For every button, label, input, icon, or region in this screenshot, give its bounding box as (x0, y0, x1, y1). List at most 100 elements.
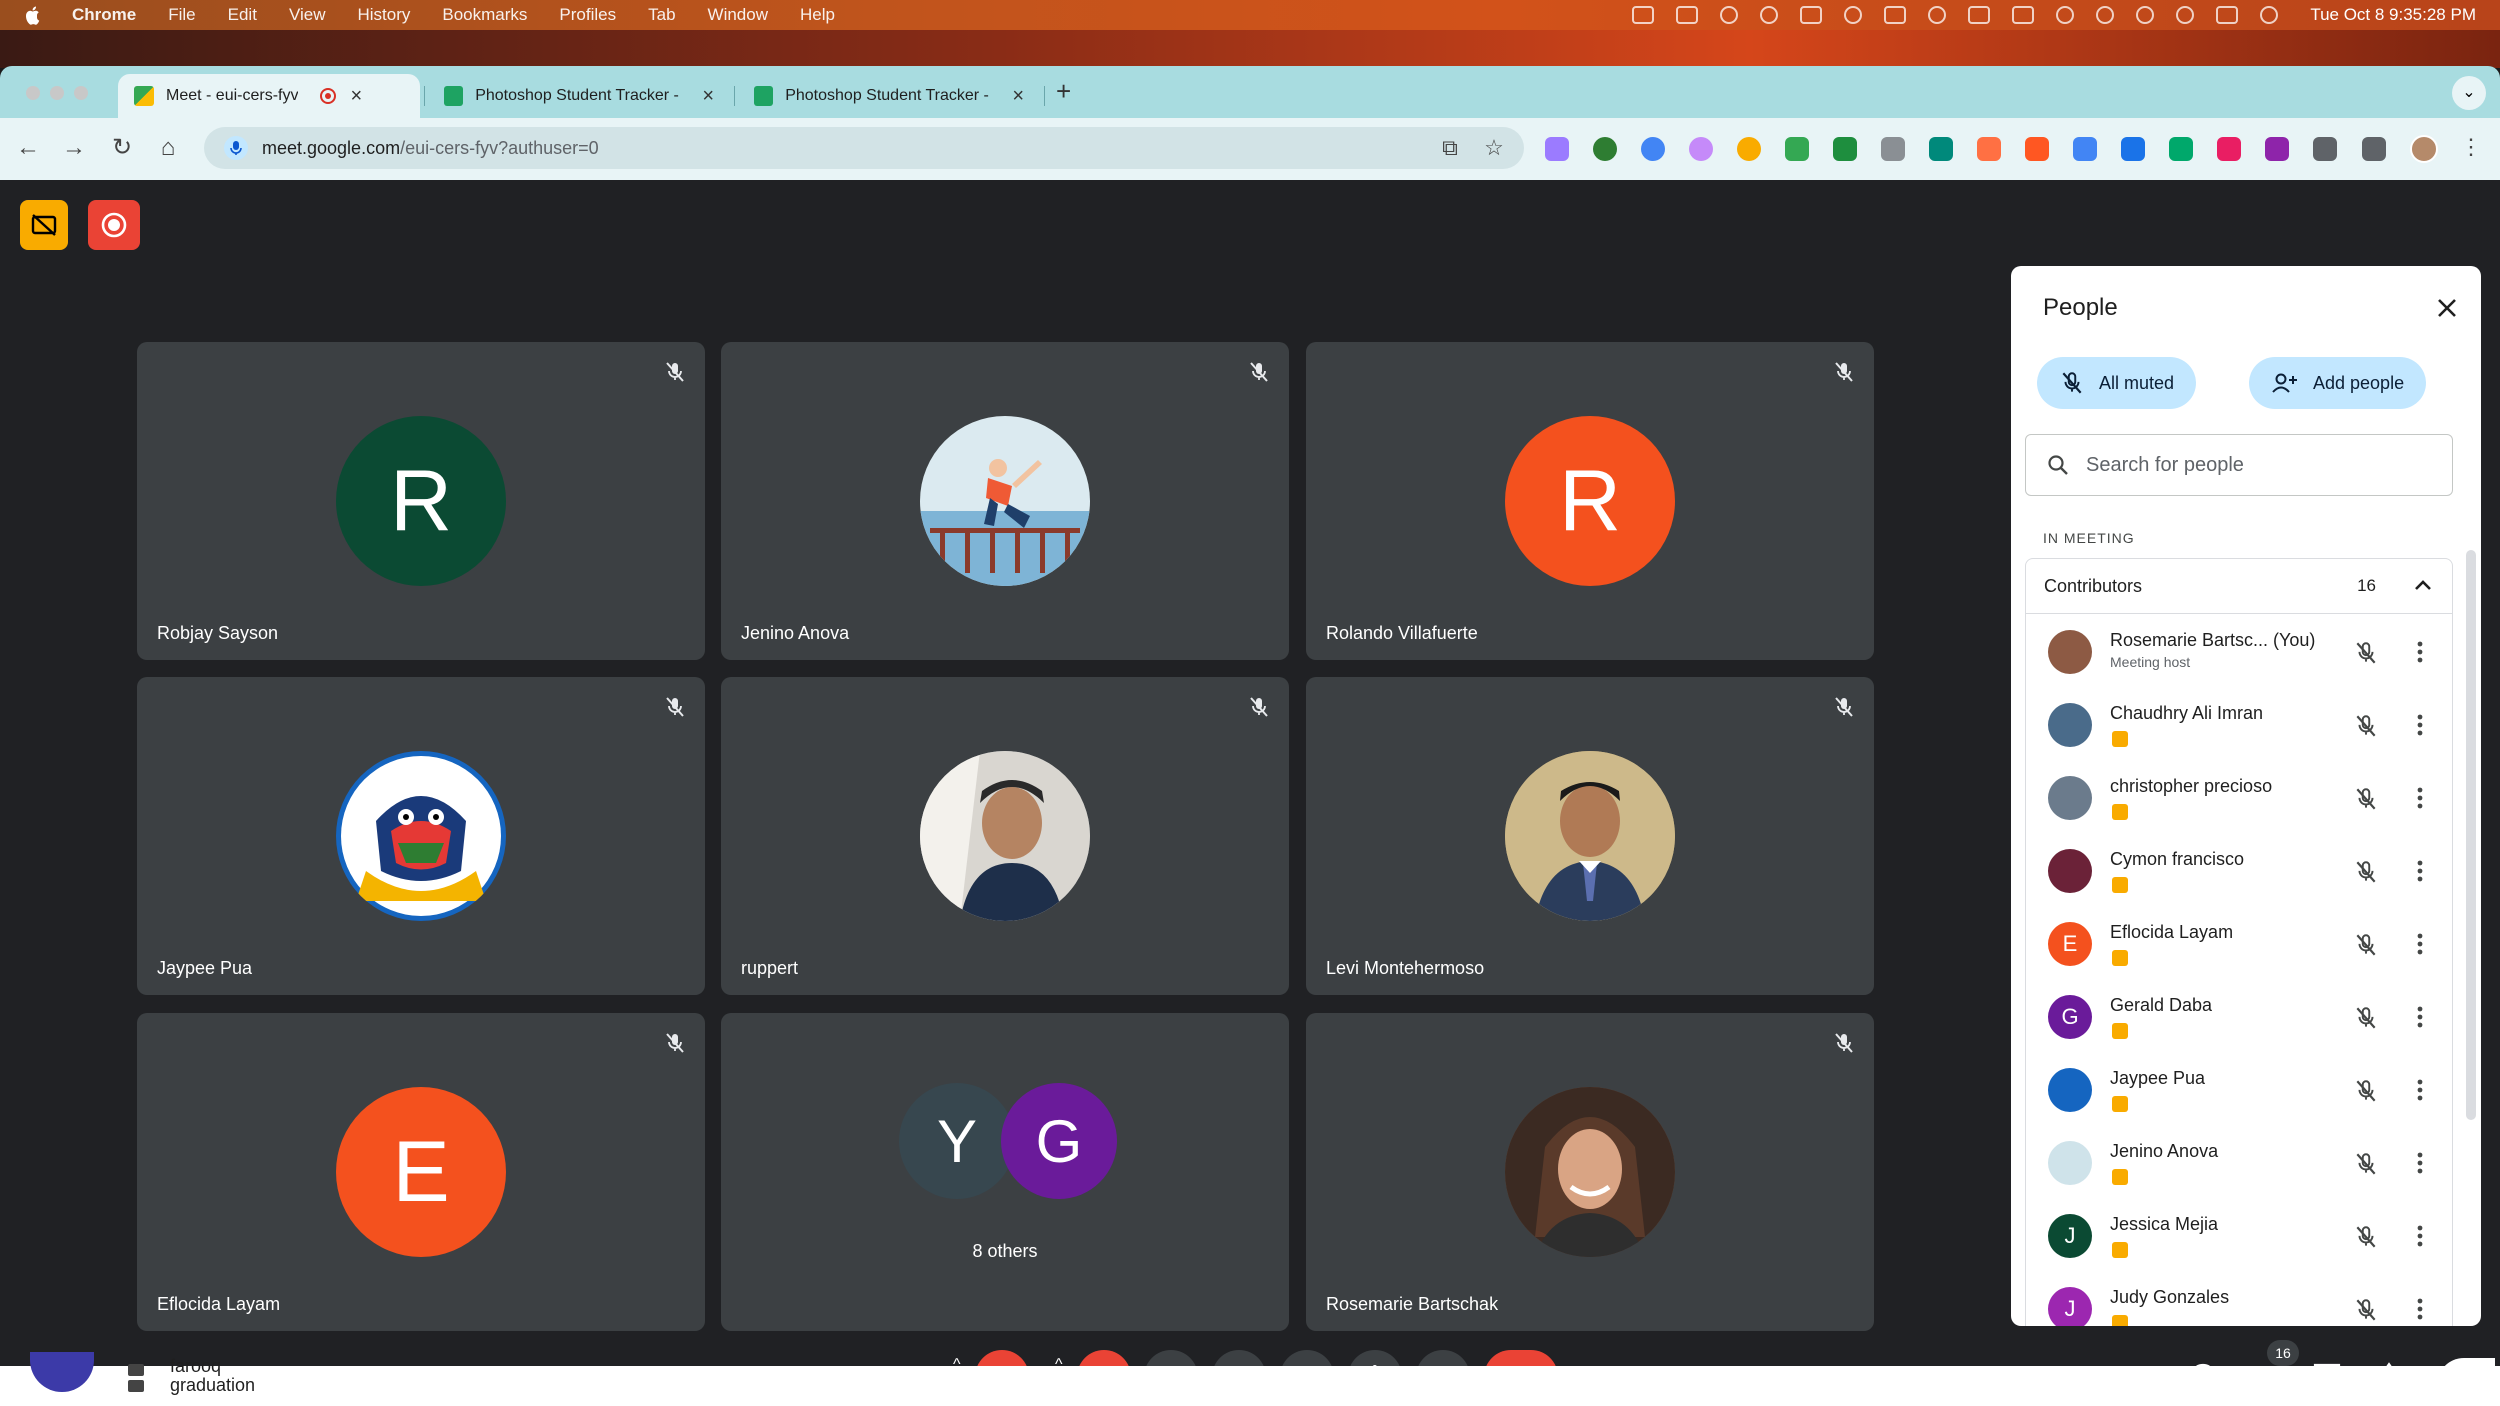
wifi-status-icon[interactable] (2136, 6, 2155, 24)
background-label[interactable]: graduation (170, 1375, 255, 1396)
close-icon[interactable] (2431, 292, 2463, 324)
participant-row[interactable]: Rosemarie Bartsc... (You) Meeting host (2026, 620, 2454, 693)
tab-sheets-1[interactable]: Photoshop Student Tracker - × (428, 74, 730, 118)
menu-help[interactable]: Help (800, 5, 835, 25)
host-controls-button[interactable] (20, 200, 68, 250)
bluetooth-status-icon[interactable] (1844, 6, 1863, 24)
mic-off-icon[interactable] (2353, 1224, 2379, 1250)
participant-more-options-icon[interactable] (2416, 1003, 2424, 1031)
mic-off-icon[interactable] (2353, 1297, 2379, 1323)
extension-notifications-icon[interactable] (2217, 137, 2241, 161)
extension-u-icon[interactable] (2025, 137, 2049, 161)
captions-button[interactable]: CC (1144, 1350, 1198, 1366)
present-now-button[interactable] (1280, 1350, 1334, 1366)
tab-close-icon[interactable]: × (350, 85, 362, 108)
participant-more-options-icon[interactable] (2416, 1222, 2424, 1250)
spotlight-search-icon[interactable] (2176, 6, 2195, 24)
others-tile[interactable]: Y G 8 others (721, 1013, 1289, 1331)
mic-off-icon[interactable] (2353, 786, 2379, 812)
mic-off-icon[interactable] (2353, 1078, 2379, 1104)
profile-avatar[interactable] (2410, 135, 2438, 163)
participant-row[interactable]: Jaypee Pua (2026, 1058, 2454, 1131)
time-machine-status-icon[interactable] (1928, 6, 1947, 24)
sync-status-icon[interactable] (1720, 6, 1739, 24)
apple-logo-icon[interactable] (24, 5, 42, 25)
participant-more-options-icon[interactable] (2416, 930, 2424, 958)
video-tile[interactable]: Levi Montehermoso (1306, 677, 1874, 995)
gemini-button[interactable] (2437, 1358, 2495, 1366)
window-zoom-button[interactable] (74, 86, 88, 100)
home-icon[interactable]: ⌂ (152, 132, 184, 164)
extension-gemini-icon[interactable] (1545, 137, 1569, 161)
extension-grid-icon[interactable] (2169, 137, 2193, 161)
bookmark-star-icon[interactable]: ☆ (1482, 136, 1506, 160)
menu-bookmarks[interactable]: Bookmarks (442, 5, 527, 25)
participant-more-options-icon[interactable] (2416, 857, 2424, 885)
reactions-button[interactable] (1212, 1350, 1266, 1366)
extension-video-icon[interactable] (1929, 137, 1953, 161)
video-tile[interactable]: Jaypee Pua (137, 677, 705, 995)
toggle-camera-button[interactable] (1077, 1350, 1131, 1366)
mic-in-use-icon[interactable] (224, 136, 248, 160)
extension-honey-icon[interactable] (1737, 137, 1761, 161)
raise-hand-button[interactable] (1348, 1350, 1402, 1366)
wd-drive-status-icon[interactable] (1676, 6, 1699, 24)
extension-pen-icon[interactable] (1977, 137, 2001, 161)
video-tile[interactable]: ruppert (721, 677, 1289, 995)
participant-more-options-icon[interactable] (2416, 711, 2424, 739)
participant-more-options-icon[interactable] (2416, 1149, 2424, 1177)
participant-more-options-icon[interactable] (2416, 1076, 2424, 1104)
toggle-microphone-button[interactable] (975, 1350, 1029, 1366)
participant-row[interactable]: G Gerald Daba (2026, 985, 2454, 1058)
mic-off-icon[interactable] (2353, 859, 2379, 885)
downloads-icon[interactable] (2362, 137, 2386, 161)
back-arrow-icon[interactable]: ← (12, 132, 44, 164)
contributors-group-header[interactable]: Contributors 16 (2025, 558, 2453, 614)
address-bar[interactable]: meet.google.com/eui-cers-fyv?authuser=0 … (204, 127, 1524, 169)
menubar-clock[interactable]: Tue Oct 8 9:35:28 PM (2310, 5, 2476, 25)
participant-more-options-icon[interactable] (2416, 1295, 2424, 1323)
participant-row[interactable]: E Eflocida Layam (2026, 912, 2454, 985)
extension-hq-icon[interactable] (1881, 137, 1905, 161)
extension-grammarly-icon[interactable] (1593, 137, 1617, 161)
tab-meet[interactable]: Meet - eui-cers-fyv × (118, 74, 420, 118)
forward-arrow-icon[interactable]: → (58, 132, 90, 164)
participant-row[interactable]: J Judy Gonzales (2026, 1277, 2454, 1326)
add-people-button[interactable]: Add people (2249, 357, 2427, 409)
people-search-input[interactable]: Search for people (2025, 434, 2453, 496)
participant-row[interactable]: Jenino Anova (2026, 1131, 2454, 1204)
video-tile[interactable]: E Eflocida Layam (137, 1013, 705, 1331)
video-tile[interactable]: R Robjay Sayson (137, 342, 705, 660)
participant-row[interactable]: Cymon francisco (2026, 839, 2454, 912)
tab-search-chevron-icon[interactable]: ⌄ (2452, 76, 2486, 110)
chrome-menu-kebab-icon[interactable]: ⋮ (2460, 134, 2482, 160)
menu-history[interactable]: History (357, 5, 410, 25)
mic-off-icon[interactable] (2353, 1005, 2379, 1031)
participant-row[interactable]: christopher precioso (2026, 766, 2454, 839)
video-tile[interactable]: Rosemarie Bartschak (1306, 1013, 1874, 1331)
extension-sheets-icon[interactable] (1785, 137, 1809, 161)
menu-app-chrome[interactable]: Chrome (72, 5, 136, 25)
extension-docs-icon[interactable] (2073, 137, 2097, 161)
extension-spiral-icon[interactable] (1689, 137, 1713, 161)
reload-icon[interactable]: ↻ (106, 132, 138, 164)
video-tile[interactable]: Jenino Anova (721, 342, 1289, 660)
battery-status-icon[interactable] (1800, 6, 1823, 24)
record-status-icon[interactable] (2096, 6, 2115, 24)
menu-file[interactable]: File (168, 5, 195, 25)
participant-row[interactable]: J Jessica Mejia (2026, 1204, 2454, 1277)
participant-more-options-icon[interactable] (2416, 638, 2424, 666)
menu-edit[interactable]: Edit (228, 5, 257, 25)
recording-button[interactable] (88, 200, 140, 250)
menu-profiles[interactable]: Profiles (559, 5, 616, 25)
all-muted-button[interactable]: All muted (2037, 357, 2197, 409)
extensions-puzzle-icon[interactable] (2313, 137, 2337, 161)
mic-off-icon[interactable] (2353, 1151, 2379, 1177)
control-center-icon[interactable] (2216, 6, 2239, 24)
tab-close-icon[interactable]: × (702, 85, 714, 108)
tab-sheets-2[interactable]: Photoshop Student Tracker - × (738, 74, 1040, 118)
window-close-button[interactable] (26, 86, 40, 100)
new-tab-plus-icon[interactable]: + (1056, 76, 1071, 107)
participant-more-options-icon[interactable] (2416, 784, 2424, 812)
extension-chess-icon[interactable] (1833, 137, 1857, 161)
